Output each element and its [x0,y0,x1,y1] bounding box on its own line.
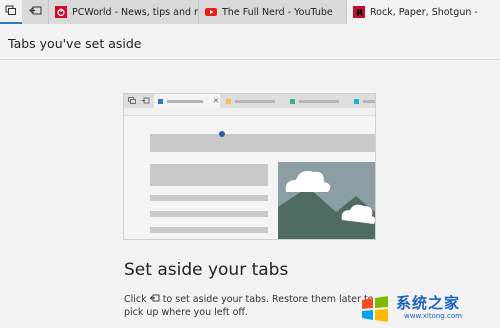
illustration-image-placeholder [278,162,375,239]
watermark-url: www.xitong.com [404,312,462,320]
illustration-text-line [150,211,268,217]
illustration-line [235,99,275,103]
svg-text:R: R [356,8,364,18]
illustration-line [299,99,339,103]
youtube-favicon-icon [205,6,217,18]
illustration-banner-bar [150,134,375,152]
illustration-toolbar [124,108,375,116]
illustration-tab-blue: ✕ [154,94,220,108]
watermark-text: 系统之家 [396,294,461,312]
illustration-set-aside-icon [141,97,150,104]
panel-title: Tabs you've set aside [8,36,142,51]
illustration-square [290,98,295,104]
tab-strip: PCWorld - News, tips and re The Full Ner… [0,0,500,24]
set-aside-icon [28,6,41,15]
divider [0,59,500,60]
tabs-aside-icon [5,5,16,15]
illustration-text-block [150,164,268,186]
illustration-close-icon: ✕ [213,97,219,105]
set-aside-icon [149,294,160,302]
illustration-square [354,98,359,104]
description-suffix: to set aside your tabs. Restore them lat… [124,294,374,318]
illustration-square [226,98,231,104]
empty-state-heading: Set aside your tabs [124,260,289,280]
illustration-dot [219,131,225,137]
tab-title: Rock, Paper, Shotgun - [370,6,478,18]
tab-rock-paper-shotgun[interactable]: R Rock, Paper, Shotgun - [346,0,500,24]
illustration-tab-yellow [222,94,284,108]
tab-title: PCWorld - News, tips and re [72,6,198,18]
tab-pcworld[interactable]: PCWorld - News, tips and re [48,0,198,24]
set-tabs-aside-button[interactable] [24,0,46,22]
illustration-tab-green [286,94,348,108]
windows-logo-icon [362,296,388,322]
tab-youtube[interactable]: The Full Nerd - YouTube [198,0,346,24]
illustration-text-line [150,227,268,233]
pcworld-favicon-icon [55,6,67,18]
illustration-line [167,99,203,103]
tabs-aside-button[interactable] [0,0,22,24]
illustration-line [363,99,375,103]
illustration-text-line [150,195,268,201]
illustration-tab-strip: ✕ [124,94,375,108]
description-prefix: Click [124,294,147,305]
tab-title: The Full Nerd - YouTube [222,6,333,18]
illustration-square [158,98,163,104]
empty-state-description: Click to set aside your tabs. Restore th… [124,293,384,319]
rps-favicon-icon: R [353,6,365,18]
watermark: 系统之家 www.xitong.com [356,292,496,326]
illustration-tab-teal [350,94,375,108]
illustration-tabs-aside-icon [128,97,136,104]
set-aside-illustration: ✕ [123,93,376,240]
